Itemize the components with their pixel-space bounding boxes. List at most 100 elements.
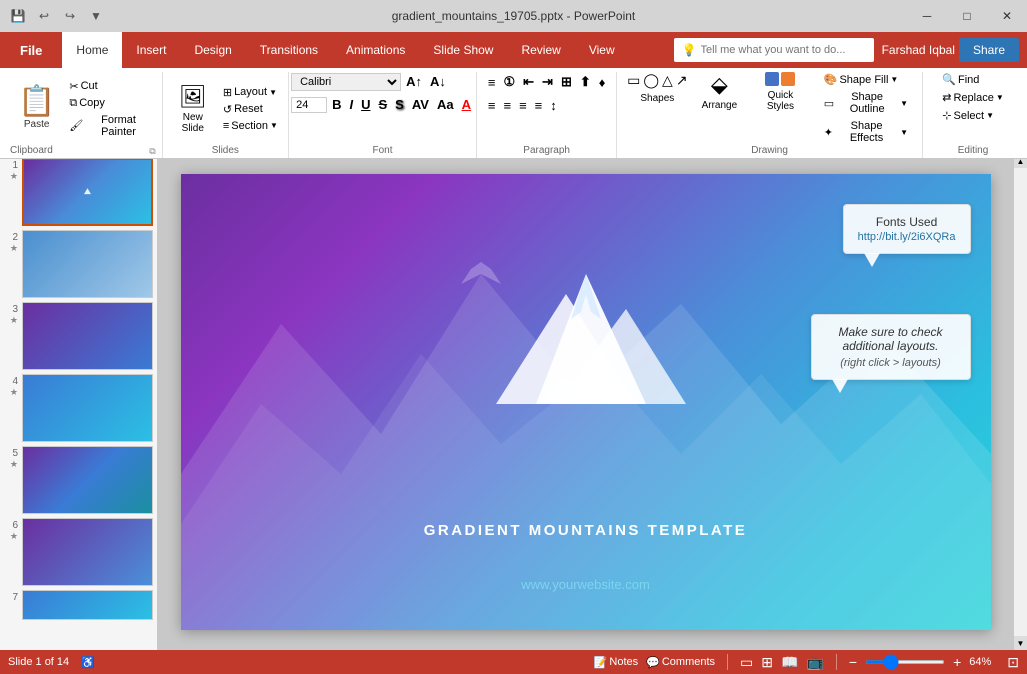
callout-fonts[interactable]: Fonts Usedhttp://bit.ly/2i6XQRa [843,204,971,254]
slide-star-3: ★ [10,315,18,326]
shape-fill-button[interactable]: 🎨 Shape Fill ▼ [820,72,912,87]
normal-view-button[interactable]: ▭ [740,654,753,671]
accessibility-button[interactable]: ♿ [81,656,95,669]
zoom-slider[interactable] [865,660,945,664]
document-title: gradient_mountains_19705.pptx - PowerPoi… [392,9,636,23]
slide-thumb-7[interactable]: 7 [4,590,153,620]
scroll-down-button[interactable]: ▼ [1014,636,1027,650]
slide-panel[interactable]: 1 ★ ⛰ 2 ★ 3 ★ [0,154,158,650]
reset-button[interactable]: ↺ Reset [219,102,282,117]
divider2 [836,654,837,670]
arrange-area: ⬙ Arrange [694,72,746,113]
format-painter-button[interactable]: 🖌 Format Painter [65,113,155,139]
zoom-out-button[interactable]: − [849,654,857,670]
clipboard-expand-icon[interactable]: ⧉ [149,146,155,157]
bold-button[interactable]: B [329,95,344,114]
font-family-select[interactable]: Calibri [291,73,401,91]
right-scrollbar[interactable]: ▲ ▼ [1013,154,1027,650]
tab-transitions[interactable]: Transitions [246,32,332,68]
align-right-button[interactable]: ≡ [516,96,530,115]
slide-thumb-3[interactable]: 3 ★ [4,302,153,370]
minimize-button[interactable]: ─ [907,0,947,32]
convert-smartart-button[interactable]: ♦ [596,73,609,92]
numbering-button[interactable]: ① [500,72,518,92]
increase-indent-button[interactable]: ⇥ [539,72,556,92]
reading-view-button[interactable]: 📖 [781,654,798,671]
user-name: Farshad Iqbal [882,43,955,57]
line-spacing-button[interactable]: ↕ [547,96,560,115]
fit-to-window-button[interactable]: ⊡ [1007,654,1019,671]
align-center-button[interactable]: ≡ [500,96,514,115]
undo-button[interactable]: ↩ [34,6,54,26]
replace-button[interactable]: ⇄ Replace ▼ [938,90,1008,105]
character-spacing-button[interactable]: AV [409,95,432,114]
slide-url: www.yourwebsite.com [521,576,650,594]
text-direction-button[interactable]: ⬆ [577,72,594,92]
select-button[interactable]: ⊹ Select ▼ [938,108,998,123]
text-shadow-button[interactable]: S [392,95,407,114]
tab-insert[interactable]: Insert [122,32,180,68]
tab-design[interactable]: Design [180,32,245,68]
decrease-font-size-button[interactable]: A↑ [403,72,425,91]
shape-outline-button[interactable]: ▭ Shape Outline ▼ [820,90,912,116]
italic-button[interactable]: I [346,95,356,114]
tell-me-search[interactable]: 💡 [674,38,874,62]
change-case-button[interactable]: Aa [434,95,457,114]
ribbon-tab-bar: File Home Insert Design Transitions Anim… [0,32,1027,68]
copy-button[interactable]: ⧉ Copy [65,96,155,111]
shapes-button[interactable]: Shapes [636,91,678,106]
underline-button[interactable]: U [358,95,373,114]
tab-home[interactable]: Home [62,32,122,68]
styles-row [765,72,795,86]
arrange-button[interactable]: Arrange [698,98,742,113]
mountain-logo [486,254,686,419]
strikethrough-button[interactable]: S [375,95,390,114]
quick-styles-button[interactable]: Quick Styles [751,88,810,114]
layout-button[interactable]: ⊞ Layout ▼ [219,85,282,100]
quick-access-toolbar: 💾 ↩ ↪ ▼ [0,6,106,26]
comments-button[interactable]: 💬 Comments [646,656,715,669]
editing-content: 🔍 Find ⇄ Replace ▼ ⊹ Select ▼ [938,72,1008,145]
bullets-button[interactable]: ≡ [485,73,499,92]
justify-button[interactable]: ≡ [532,96,546,115]
save-button[interactable]: 💾 [8,6,28,26]
decrease-indent-button[interactable]: ⇤ [520,72,537,92]
slide-sorter-button[interactable]: ⊞ [761,654,773,671]
fill-icon: 🎨 [824,73,838,86]
slide-thumb-6[interactable]: 6 ★ [4,518,153,586]
callout-layouts[interactable]: Make sure to check additional layouts. (… [811,314,971,380]
increase-font-size-button[interactable]: A↓ [427,72,449,91]
zoom-in-button[interactable]: + [953,654,961,670]
file-tab[interactable]: File [0,32,62,68]
customize-quick-access-button[interactable]: ▼ [86,6,106,26]
redo-button[interactable]: ↪ [60,6,80,26]
slide-thumb-1[interactable]: 1 ★ ⛰ [4,158,153,226]
presenter-view-button[interactable]: 📺 [806,654,823,671]
align-left-button[interactable]: ≡ [485,96,499,115]
tab-review[interactable]: Review [507,32,574,68]
font-content: Calibri A↑ A↓ B I U S S AV Aa A [291,72,474,145]
slide-thumb-5[interactable]: 5 ★ [4,446,153,514]
slide-title: GRADIENT MOUNTAINS TEMPLATE [424,522,748,540]
slide-thumb-2[interactable]: 2 ★ [4,230,153,298]
cut-button[interactable]: ✂ Cut [65,79,155,94]
find-button[interactable]: 🔍 Find [938,72,983,87]
paste-button[interactable]: 📋 Paste [10,87,63,130]
tab-slide-show[interactable]: Slide Show [419,32,507,68]
columns-button[interactable]: ⊞ [558,72,575,92]
new-slide-button[interactable]: 🖼 New Slide [169,82,217,136]
shape-effects-button[interactable]: ✦ Shape Effects ▼ [820,119,912,145]
notes-button[interactable]: 📝 Notes [594,656,638,669]
callout1-arrow [864,253,880,267]
maximize-button[interactable]: □ [947,0,987,32]
close-button[interactable]: ✕ [987,0,1027,32]
share-button[interactable]: Share [959,38,1019,62]
main-slide[interactable]: GRADIENT MOUNTAINS TEMPLATE www.yourwebs… [181,174,991,630]
tab-view[interactable]: View [575,32,629,68]
slide-thumb-4[interactable]: 4 ★ [4,374,153,442]
section-button[interactable]: ≡ Section ▼ [219,119,282,133]
search-input[interactable] [701,44,861,56]
tab-animations[interactable]: Animations [332,32,419,68]
font-size-input[interactable] [291,97,327,113]
font-color-button[interactable]: A [459,95,474,114]
